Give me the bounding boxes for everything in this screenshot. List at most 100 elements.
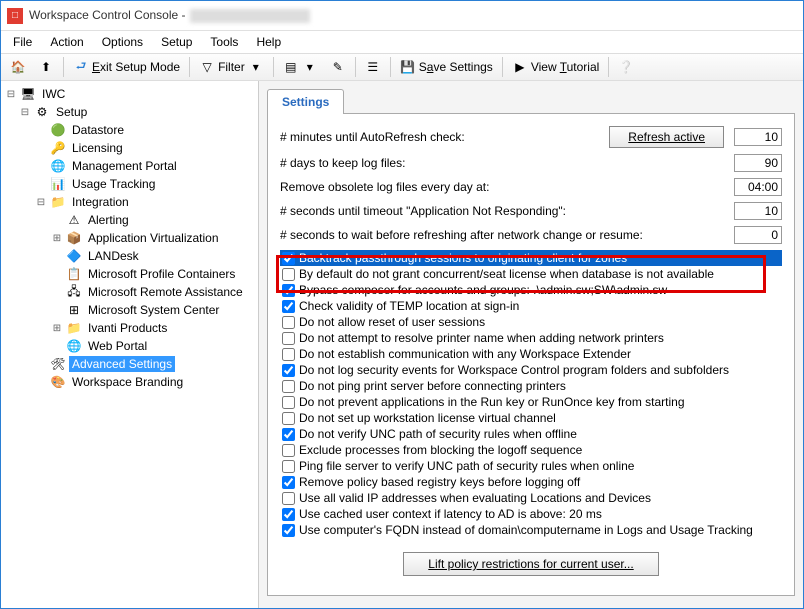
param-netwait-label: # seconds to wait before refreshing afte… (280, 228, 724, 242)
param-netwait-input[interactable] (734, 226, 782, 244)
setting-checkbox[interactable] (282, 508, 295, 521)
setting-checkbox[interactable] (282, 428, 295, 441)
param-logdays-input[interactable] (734, 154, 782, 172)
menu-bar: File Action Options Setup Tools Help (1, 31, 803, 53)
setting-row[interactable]: Do not verify UNC path of security rules… (280, 426, 782, 442)
tree-item[interactable]: ⊞📁Ivanti Products (1, 319, 258, 337)
setting-checkbox[interactable] (282, 396, 295, 409)
setting-row[interactable]: Use cached user context if latency to AD… (280, 506, 782, 522)
setting-row[interactable]: Do not attempt to resolve printer name w… (280, 330, 782, 346)
expander-icon[interactable]: ⊞ (51, 323, 63, 334)
new-button[interactable]: ▤▾ (278, 56, 323, 78)
tree-item[interactable]: 🎨Workspace Branding (1, 373, 258, 391)
help-icon: ❔ (618, 59, 634, 75)
tree-node-label: Application Virtualization (85, 230, 222, 246)
tree-node-label: Microsoft System Center (85, 302, 222, 318)
tree-node-icon: ⊞ (66, 302, 82, 318)
setting-checkbox[interactable] (282, 524, 295, 537)
title-bar: □ Workspace Control Console - (1, 1, 803, 31)
tree-item[interactable]: ⚠Alerting (1, 211, 258, 229)
setting-row[interactable]: Use computer's FQDN instead of domain\co… (280, 522, 782, 538)
setting-checkbox[interactable] (282, 476, 295, 489)
up-button[interactable]: ⬆ (33, 56, 59, 78)
setting-checkbox[interactable] (282, 332, 295, 345)
setting-row[interactable]: Remove policy based registry keys before… (280, 474, 782, 490)
menu-setup[interactable]: Setup (153, 33, 200, 51)
setting-checkbox[interactable] (282, 316, 295, 329)
tree-node-icon: 🎨 (50, 374, 66, 390)
refresh-active-button[interactable]: Refresh active (609, 126, 724, 148)
menu-help[interactable]: Help (248, 33, 289, 51)
help-button[interactable]: ❔ (613, 56, 639, 78)
tree-item[interactable]: ⊟⚙Setup (1, 103, 258, 121)
setting-checkbox[interactable] (282, 300, 295, 313)
tree-node-label: Workspace Branding (69, 374, 186, 390)
expander-icon[interactable]: ⊟ (5, 89, 17, 100)
tree-item[interactable]: ⊟📁Integration (1, 193, 258, 211)
setting-checkbox[interactable] (282, 252, 295, 265)
setting-row[interactable]: By default do not grant concurrent/seat … (280, 266, 782, 282)
tree-item[interactable]: ⊞Microsoft System Center (1, 301, 258, 319)
tree-node-icon: 🔑 (50, 140, 66, 156)
setting-checkbox[interactable] (282, 364, 295, 377)
tutorial-button[interactable]: ▶View Tutorial (507, 56, 605, 78)
menu-options[interactable]: Options (94, 33, 151, 51)
setting-checkbox[interactable] (282, 460, 295, 473)
setting-row[interactable]: Bypass composer for accounts and groups:… (280, 282, 782, 298)
tree-item[interactable]: 🔷LANDesk (1, 247, 258, 265)
setting-checkbox[interactable] (282, 492, 295, 505)
setting-row[interactable]: Do not establish communication with any … (280, 346, 782, 362)
menu-file[interactable]: File (5, 33, 40, 51)
tree-node-icon: 📦 (66, 230, 82, 246)
setting-label: Check validity of TEMP location at sign-… (299, 298, 519, 314)
param-removeat-input[interactable] (734, 178, 782, 196)
menu-action[interactable]: Action (42, 33, 91, 51)
setting-row[interactable]: Do not prevent applications in the Run k… (280, 394, 782, 410)
param-autorefresh-input[interactable] (734, 128, 782, 146)
tree-item[interactable]: ⊟🖥IWC (1, 85, 258, 103)
setting-row[interactable]: Exclude processes from blocking the logo… (280, 442, 782, 458)
setting-checkbox[interactable] (282, 284, 295, 297)
lift-policy-button[interactable]: Lift policy restrictions for current use… (403, 552, 658, 576)
setting-label: Do not verify UNC path of security rules… (299, 426, 577, 442)
expander-icon[interactable]: ⊟ (19, 107, 31, 118)
menu-tools[interactable]: Tools (202, 33, 246, 51)
expander-icon[interactable]: ⊟ (35, 197, 47, 208)
tree-item[interactable]: 🔑Licensing (1, 139, 258, 157)
setting-row[interactable]: Backtrack passthrough sessions to origin… (280, 250, 782, 266)
setting-checkbox[interactable] (282, 348, 295, 361)
setting-row[interactable]: Do not allow reset of user sessions (280, 314, 782, 330)
tree-item[interactable]: 🟢Datastore (1, 121, 258, 139)
setting-checkbox[interactable] (282, 268, 295, 281)
home-button[interactable]: 🏠 (5, 56, 31, 78)
navigation-tree[interactable]: ⊟🖥IWC⊟⚙Setup🟢Datastore🔑Licensing🌐Managem… (1, 81, 259, 608)
save-settings-button[interactable]: 💾Save Settings (395, 56, 498, 78)
setting-checkbox[interactable] (282, 380, 295, 393)
setting-row[interactable]: Do not ping print server before connecti… (280, 378, 782, 394)
setting-label: Use cached user context if latency to AD… (299, 506, 602, 522)
edit-icon: ✎ (330, 59, 346, 75)
list-button[interactable]: ☰ (360, 56, 386, 78)
tree-item[interactable]: 🌐Web Portal (1, 337, 258, 355)
filter-button[interactable]: ▽Filter▾ (194, 56, 269, 78)
exit-setup-button[interactable]: ⮐Exit Setup Mode (68, 56, 185, 78)
tree-item[interactable]: ⊞📦Application Virtualization (1, 229, 258, 247)
setting-row[interactable]: Do not log security events for Workspace… (280, 362, 782, 378)
play-icon: ▶ (512, 59, 528, 75)
setting-row[interactable]: Check validity of TEMP location at sign-… (280, 298, 782, 314)
expander-icon[interactable]: ⊞ (51, 233, 63, 244)
tree-item[interactable]: 🛠Advanced Settings (1, 355, 258, 373)
param-timeout-input[interactable] (734, 202, 782, 220)
tree-item[interactable]: 📋Microsoft Profile Containers (1, 265, 258, 283)
edit-button[interactable]: ✎ (325, 56, 351, 78)
setting-row[interactable]: Ping file server to verify UNC path of s… (280, 458, 782, 474)
tab-settings[interactable]: Settings (267, 89, 344, 114)
tree-item[interactable]: 📊Usage Tracking (1, 175, 258, 193)
setting-row[interactable]: Use all valid IP addresses when evaluati… (280, 490, 782, 506)
param-timeout-label: # seconds until timeout "Application Not… (280, 204, 724, 218)
setting-row[interactable]: Do not set up workstation license virtua… (280, 410, 782, 426)
tree-item[interactable]: 🌐Management Portal (1, 157, 258, 175)
setting-checkbox[interactable] (282, 444, 295, 457)
setting-checkbox[interactable] (282, 412, 295, 425)
tree-item[interactable]: 🖧Microsoft Remote Assistance (1, 283, 258, 301)
